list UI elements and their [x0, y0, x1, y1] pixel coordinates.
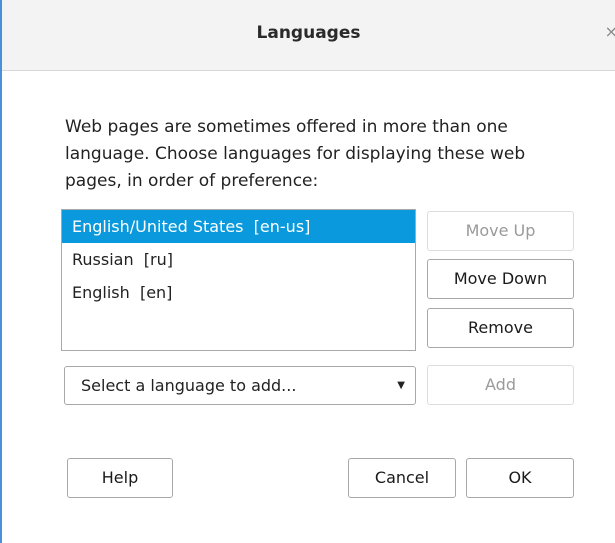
language-list[interactable]: English/United States [en-us] Russian [r… — [61, 209, 416, 351]
title-bar: Languages × — [2, 0, 615, 71]
help-button[interactable]: Help — [67, 458, 173, 498]
languages-dialog: Languages × Web pages are sometimes offe… — [0, 0, 615, 543]
close-icon[interactable]: × — [605, 24, 615, 40]
move-down-button[interactable]: Move Down — [427, 259, 574, 299]
description-text: Web pages are sometimes offered in more … — [65, 117, 526, 191]
list-item[interactable]: English [en] — [62, 276, 415, 309]
move-up-button[interactable]: Move Up — [427, 211, 574, 251]
language-select-value: Select a language to add... — [81, 376, 297, 395]
list-item[interactable]: English/United States [en-us] — [62, 210, 415, 243]
language-select[interactable]: Select a language to add... ▼ — [64, 366, 416, 405]
chevron-down-icon: ▼ — [397, 380, 405, 391]
window-border — [0, 0, 2, 543]
ok-button[interactable]: OK — [466, 458, 574, 498]
remove-button[interactable]: Remove — [427, 308, 574, 348]
add-button[interactable]: Add — [427, 365, 574, 405]
cancel-button[interactable]: Cancel — [348, 458, 456, 498]
dialog-title: Languages — [256, 23, 361, 43]
list-item[interactable]: Russian [ru] — [62, 243, 415, 276]
